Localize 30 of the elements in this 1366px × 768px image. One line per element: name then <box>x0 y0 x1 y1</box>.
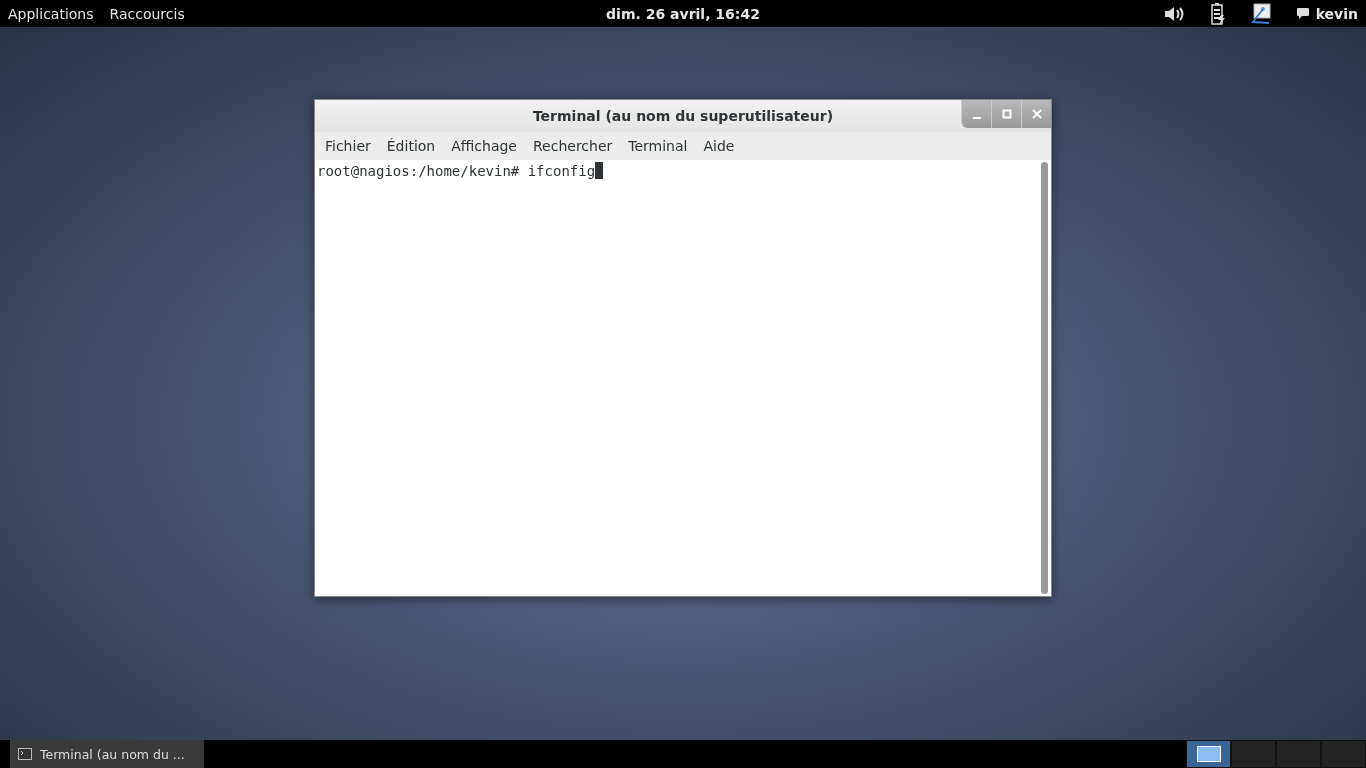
top-bar-menu[interactable]: Raccourcis <box>109 5 185 22</box>
close-button[interactable] <box>1021 100 1051 128</box>
command-text: ifconfig <box>527 162 596 179</box>
chat-bubble-icon <box>1295 7 1310 20</box>
clock[interactable]: dim. 26 avril, 16:42 <box>606 5 760 22</box>
user-name: kevin <box>1315 5 1358 22</box>
user-menu[interactable]: kevin <box>1295 5 1358 22</box>
workspace-button[interactable] <box>1186 740 1231 768</box>
battery-icon[interactable] <box>1209 2 1226 25</box>
top-bar-menu[interactable]: Applications <box>8 5 94 22</box>
maximize-icon <box>1001 109 1012 119</box>
menu-item[interactable]: Aide <box>695 138 743 154</box>
window-thumbnail <box>1196 746 1221 762</box>
maximize-button[interactable] <box>991 100 1021 128</box>
menu-item[interactable]: Affichage <box>443 138 525 154</box>
shell-prompt: root@nagios:/home/kevin# <box>317 162 520 179</box>
scrollbar[interactable] <box>1041 162 1048 594</box>
menu-item[interactable]: Édition <box>378 138 444 154</box>
menu-item[interactable]: Fichier <box>317 138 379 154</box>
menu-item[interactable]: Terminal <box>620 138 696 154</box>
terminal-icon <box>18 748 32 760</box>
text-cursor <box>595 162 604 179</box>
taskbar-button[interactable]: Terminal (au nom du ... <box>10 740 204 768</box>
menu-item[interactable]: Rechercher <box>525 138 621 154</box>
close-icon <box>1031 109 1042 119</box>
display-icon[interactable] <box>1249 2 1272 25</box>
minimize-button[interactable] <box>961 100 991 128</box>
window-title: Terminal (au nom du superutilisateur) <box>532 108 834 124</box>
minimize-icon <box>972 117 981 119</box>
volume-icon[interactable] <box>1163 4 1186 23</box>
